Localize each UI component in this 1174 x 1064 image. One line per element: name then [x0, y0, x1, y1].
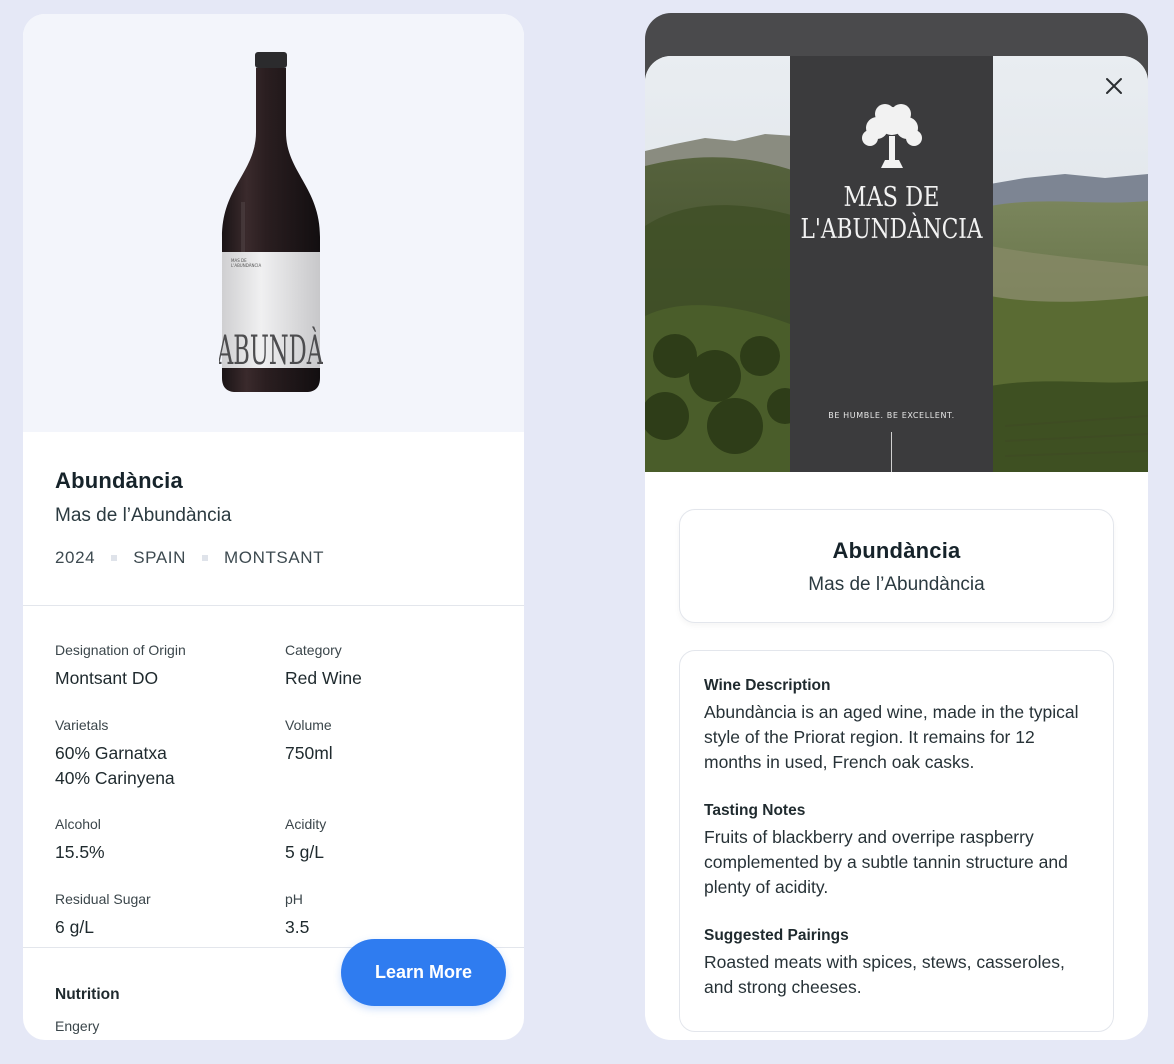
spec-label: Category — [285, 642, 342, 658]
section-title: Wine Description — [704, 677, 831, 694]
brand-tagline: BE HUMBLE. BE EXCELLENT. — [828, 411, 954, 420]
spec-label: Volume — [285, 716, 332, 733]
spec-label: pH — [285, 890, 303, 907]
spec-value: 60% Garnatxa 40% Carinyena — [55, 742, 175, 788]
country: SPAIN — [133, 548, 186, 567]
suggested-pairings-section: Suggested Pairings Roasted meats with sp… — [704, 927, 1089, 1000]
brand-line-1: MAS DE — [844, 182, 940, 213]
spec-value: 5 g/L — [285, 842, 324, 862]
bottle-label-big-text: ABUNDÀ — [219, 327, 323, 374]
modal-producer-name: Mas de l’Abundància — [808, 574, 985, 595]
bottle-label-small-text-2: L'ABUNDÀNCIA — [231, 263, 261, 268]
section-text: Fruits of blackberry and overripe raspbe… — [704, 827, 1068, 897]
nutrition-item-label: Engery — [55, 1018, 100, 1034]
product-image-area: MAS DE L'ABUNDÀNCIA ABUNDÀ — [23, 14, 524, 432]
spec-value: Red Wine — [285, 668, 362, 688]
spec-value: Montsant DO — [55, 668, 159, 688]
section-title: Suggested Pairings — [704, 927, 849, 944]
spec-category: Category Red Wine — [285, 642, 485, 699]
vineyard-hero-image: MAS DE L'ABUNDÀNCIA BE HUMBLE. BE EXCELL… — [645, 56, 1148, 472]
section-text: Abundància is an aged wine, made in the … — [704, 702, 1079, 772]
spec-varietals: Varietals 60% Garnatxa 40% Carinyena — [55, 717, 285, 799]
spec-acidity: Acidity 5 g/L — [285, 816, 485, 873]
spec-label: Alcohol — [55, 816, 101, 832]
meta-separator — [201, 555, 208, 561]
producer-name: Mas de l’Abundància — [55, 505, 232, 526]
tasting-notes-section: Tasting Notes Fruits of blackberry and o… — [704, 802, 1089, 900]
close-icon — [1106, 78, 1122, 94]
spec-label: Residual Sugar — [55, 890, 151, 907]
title-card: Abundància Mas de l’Abundància — [679, 509, 1114, 623]
spec-value: 6 g/L — [55, 916, 94, 937]
vintage-year: 2024 — [55, 548, 96, 567]
spec-value: 15.5% — [55, 842, 105, 862]
wine-description-section: Wine Description Abundància is an aged w… — [704, 677, 1089, 775]
wine-detail-card: MAS DE L'ABUNDÀNCIA ABUNDÀ Abundància Ma… — [23, 14, 524, 1040]
wine-name: Abundància — [55, 468, 183, 493]
learn-more-button[interactable]: Learn More — [341, 939, 506, 1006]
specs-grid: Designation of Origin Montsant DO Catego… — [23, 606, 524, 948]
meta-separator — [111, 555, 118, 561]
description-card: Wine Description Abundància is an aged w… — [679, 650, 1114, 1032]
spec-designation: Designation of Origin Montsant DO — [55, 642, 285, 699]
spec-label: Designation of Origin — [55, 642, 186, 658]
detail-modal-sheet: MAS DE L'ABUNDÀNCIA BE HUMBLE. BE EXCELL… — [645, 56, 1148, 1040]
section-text: Roasted meats with spices, stews, casser… — [704, 952, 1065, 997]
spec-value: 3.5 — [285, 916, 310, 937]
close-button[interactable] — [1098, 70, 1130, 102]
spec-volume: Volume 750ml — [285, 717, 485, 799]
spec-alcohol: Alcohol 15.5% — [55, 816, 285, 873]
spec-value: 750ml — [285, 742, 333, 763]
modal-wine-name: Abundància — [832, 538, 961, 563]
spec-residual-sugar: Residual Sugar 6 g/L — [55, 891, 285, 948]
section-title: Tasting Notes — [704, 802, 806, 819]
wine-meta-row: 2024 SPAIN MONTSANT — [55, 548, 492, 568]
wine-bottle-image: MAS DE L'ABUNDÀNCIA ABUNDÀ — [216, 52, 324, 395]
brand-line-2: L'ABUNDÀNCIA — [801, 212, 983, 245]
spec-label: Varietals — [55, 716, 109, 733]
spec-label: Acidity — [285, 816, 327, 832]
region: MONTSANT — [223, 548, 325, 567]
wine-header: Abundància Mas de l’Abundància 2024 SPAI… — [23, 432, 524, 606]
